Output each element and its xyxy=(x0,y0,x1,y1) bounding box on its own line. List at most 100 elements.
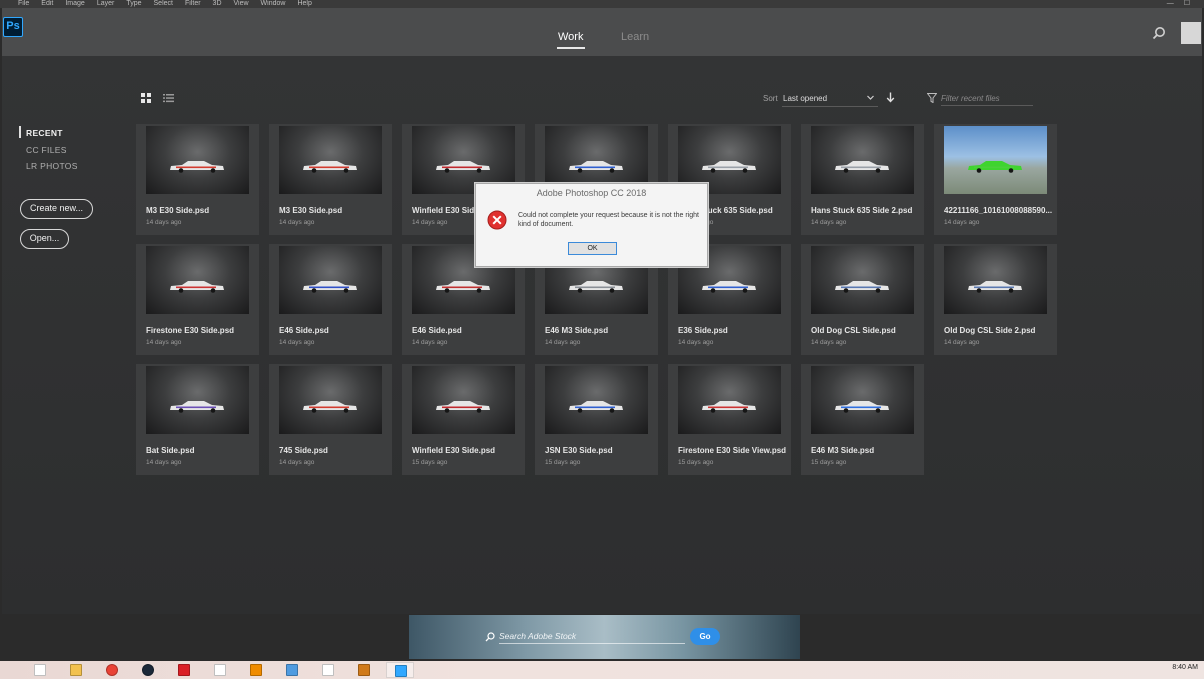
file-card[interactable]: M3 E30 Side.psd 14 days ago xyxy=(269,124,392,235)
file-name: 42211166_10161008088590... xyxy=(944,206,1053,215)
file-card[interactable]: 42211166_10161008088590... 14 days ago xyxy=(934,124,1057,235)
file-name: 745 Side.psd xyxy=(279,446,328,455)
taskbar-photoshop-icon[interactable] xyxy=(386,662,414,678)
taskbar-chrome-icon[interactable] xyxy=(98,662,126,678)
header-bar xyxy=(2,8,1202,56)
file-name: Hans Stuck 635 Side 2.psd xyxy=(811,206,913,215)
car-image xyxy=(569,401,623,413)
menu-help[interactable]: Help xyxy=(297,0,311,8)
minimize-button[interactable]: — xyxy=(1167,0,1174,7)
car-image xyxy=(569,281,623,293)
taskbar-vlc-icon[interactable] xyxy=(242,662,270,678)
maximize-button[interactable]: ☐ xyxy=(1184,0,1190,7)
car-image xyxy=(968,161,1022,173)
creative-cloud-icon xyxy=(178,664,190,676)
menu-window[interactable]: Window xyxy=(261,0,286,8)
menu-view[interactable]: View xyxy=(234,0,249,8)
file-card[interactable]: Bat Side.psd 14 days ago xyxy=(136,364,259,475)
avatar[interactable] xyxy=(1181,22,1201,44)
photoshop-logo[interactable]: Ps xyxy=(3,17,23,37)
file-date: 14 days ago xyxy=(279,339,315,346)
vlc-icon xyxy=(250,664,262,676)
menu-select[interactable]: Select xyxy=(154,0,173,8)
tab-work[interactable]: Work xyxy=(556,31,586,49)
menu-filter[interactable]: Filter xyxy=(185,0,201,8)
taskbar-calculator-icon[interactable] xyxy=(278,662,306,678)
tab-learn[interactable]: Learn xyxy=(621,31,649,43)
file-thumbnail xyxy=(944,246,1047,314)
taskbar-steam-icon[interactable] xyxy=(134,662,162,678)
file-date: 14 days ago xyxy=(412,219,448,226)
file-name: E46 M3 Side.psd xyxy=(545,326,609,335)
file-date: 15 days ago xyxy=(412,459,448,466)
car-image xyxy=(170,401,224,413)
file-card[interactable]: 745 Side.psd 14 days ago xyxy=(269,364,392,475)
file-date: 14 days ago xyxy=(279,459,315,466)
error-dialog: Adobe Photoshop CC 2018 Could not comple… xyxy=(475,183,708,267)
taskbar-file-explorer-icon[interactable] xyxy=(62,662,90,678)
menu-3d[interactable]: 3D xyxy=(213,0,222,8)
error-icon xyxy=(487,210,507,230)
sidebar-item-lr-photos[interactable]: LR PHOTOS xyxy=(26,161,78,171)
search-icon[interactable] xyxy=(1152,26,1166,40)
open-button[interactable]: Open... xyxy=(20,229,69,249)
taskbar-windows-icon[interactable] xyxy=(26,662,54,678)
taskbar-bridge-icon[interactable] xyxy=(350,662,378,678)
filter-recent-files-input[interactable] xyxy=(941,92,1033,106)
steam-icon xyxy=(142,664,154,676)
sidebar-item-recent[interactable]: RECENT xyxy=(26,128,63,138)
ok-button[interactable]: OK xyxy=(568,242,617,255)
sort-label: Sort xyxy=(763,94,778,103)
grid-view-icon[interactable] xyxy=(141,93,151,103)
file-card[interactable]: E46 Side.psd 14 days ago xyxy=(269,244,392,355)
create-new-button[interactable]: Create new... xyxy=(20,199,93,219)
file-thumbnail xyxy=(811,126,914,194)
taskbar-document-icon[interactable] xyxy=(206,662,234,678)
clock[interactable]: 8:40 AM xyxy=(1172,664,1198,671)
file-card[interactable]: Hans Stuck 635 Side 2.psd 14 days ago xyxy=(801,124,924,235)
chevron-down-icon[interactable] xyxy=(866,93,875,102)
file-card[interactable]: M3 E30 Side.psd 14 days ago xyxy=(136,124,259,235)
file-card[interactable]: Firestone E30 Side View.psd 15 days ago xyxy=(668,364,791,475)
taskbar-document-2-icon[interactable] xyxy=(314,662,342,678)
file-thumbnail xyxy=(279,126,382,194)
sort-dropdown[interactable]: Last opened xyxy=(783,94,827,103)
sidebar-item-cc-files[interactable]: CC FILES xyxy=(26,145,67,155)
list-view-icon[interactable] xyxy=(163,93,174,103)
menu-edit[interactable]: Edit xyxy=(41,0,53,8)
car-image xyxy=(303,281,357,293)
file-card[interactable]: JSN E30 Side.psd 15 days ago xyxy=(535,364,658,475)
file-card[interactable]: Winfield E30 Side.psd 15 days ago xyxy=(402,364,525,475)
file-card[interactable]: Old Dog CSL Side 2.psd 14 days ago xyxy=(934,244,1057,355)
photoshop-icon xyxy=(395,665,407,677)
file-date: 14 days ago xyxy=(944,339,980,346)
file-date: 14 days ago xyxy=(146,339,182,346)
file-name: Winfield E30 Side.psd xyxy=(412,446,496,455)
file-date: 15 days ago xyxy=(678,459,714,466)
car-image xyxy=(968,281,1022,293)
go-button[interactable]: Go xyxy=(690,628,720,645)
file-card[interactable]: E46 M3 Side.psd 15 days ago xyxy=(801,364,924,475)
car-image xyxy=(170,161,224,173)
dialog-message: Could not complete your request because … xyxy=(518,212,699,228)
sort-direction-icon[interactable] xyxy=(886,92,895,103)
file-card[interactable]: Old Dog CSL Side.psd 14 days ago xyxy=(801,244,924,355)
file-card[interactable]: Firestone E30 Side.psd 14 days ago xyxy=(136,244,259,355)
dialog-title: Adobe Photoshop CC 2018 xyxy=(536,188,647,198)
file-name: M3 E30 Side.psd xyxy=(279,206,343,215)
taskbar-creative-cloud-icon[interactable] xyxy=(170,662,198,678)
file-date: 14 days ago xyxy=(678,339,714,346)
menu-image[interactable]: Image xyxy=(65,0,84,8)
chrome-icon xyxy=(106,664,118,676)
menu-layer[interactable]: Layer xyxy=(97,0,115,8)
bridge-icon xyxy=(358,664,370,676)
menu-type[interactable]: Type xyxy=(126,0,141,8)
adobe-stock-search-bar: Go xyxy=(409,615,800,659)
filter-icon xyxy=(927,93,937,103)
menu-file[interactable]: File xyxy=(18,0,29,8)
stock-search-input[interactable] xyxy=(499,629,685,644)
car-image xyxy=(702,281,756,293)
file-date: 14 days ago xyxy=(146,219,182,226)
file-name: E36 Side.psd xyxy=(678,326,728,335)
windows-icon xyxy=(34,664,46,676)
